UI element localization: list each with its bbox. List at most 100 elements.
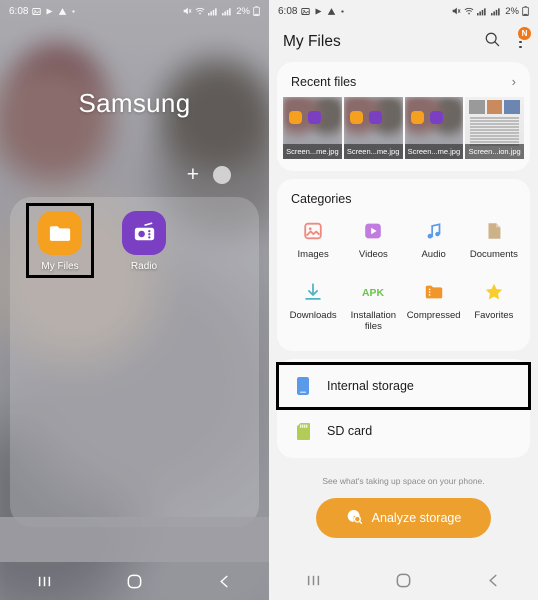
recent-file-thumbnail[interactable]: Screen...me.jpg xyxy=(404,97,464,159)
wifi-icon xyxy=(464,6,474,16)
app-bar: My Files N xyxy=(269,22,538,62)
home-button[interactable] xyxy=(373,561,433,599)
recent-file-thumbnail[interactable]: Screen...ion.jpg xyxy=(465,97,524,159)
pie-search-icon xyxy=(346,508,363,528)
battery-percent: 2% xyxy=(505,5,519,17)
warning-icon xyxy=(327,7,336,16)
play-icon xyxy=(45,7,54,16)
image-icon xyxy=(300,218,326,244)
recent-files-header[interactable]: Recent files › xyxy=(277,62,530,97)
radio-icon xyxy=(368,111,382,124)
mute-icon xyxy=(451,6,461,16)
folder-icon xyxy=(289,111,302,124)
category-compressed[interactable]: Compressed xyxy=(404,275,464,337)
category-downloads[interactable]: Downloads xyxy=(283,275,343,337)
categories-title: Categories xyxy=(291,192,352,206)
recents-button[interactable] xyxy=(15,562,75,600)
categories-grid: Images Videos Audio Documents Downloads … xyxy=(277,210,530,351)
folder-icon xyxy=(410,111,424,124)
category-videos[interactable]: Videos xyxy=(343,214,403,265)
dot-icon xyxy=(340,9,345,14)
left-navigation-bar xyxy=(0,562,269,600)
category-favorites[interactable]: Favorites xyxy=(464,275,524,337)
status-time: 6:08 xyxy=(278,5,298,17)
image-icon xyxy=(32,7,42,16)
music-note-icon xyxy=(421,218,447,244)
folder-color-dot[interactable] xyxy=(213,165,231,184)
more-vertical-icon[interactable]: N xyxy=(515,26,531,52)
sd-card-icon xyxy=(293,422,313,441)
wifi-icon xyxy=(195,6,205,16)
folder-icon xyxy=(349,111,363,124)
dual-screenshot-container: 6:08 2% Samsung + My Files Radio 6:08 2%… xyxy=(0,0,538,600)
thumbnail-mini-icons xyxy=(410,111,443,124)
video-play-icon xyxy=(360,218,386,244)
analyze-storage-section: See what's taking up space on your phone… xyxy=(269,458,538,538)
home-screen-panel: 6:08 2% Samsung + My Files Radio xyxy=(0,0,269,600)
back-button[interactable] xyxy=(463,561,523,599)
recent-files-list: Screen...me.jpg Screen...me.jpg Screen..… xyxy=(277,97,530,171)
signal-icon xyxy=(208,7,219,16)
battery-percent: 2% xyxy=(236,5,250,17)
home-button[interactable] xyxy=(104,562,164,600)
play-icon xyxy=(314,7,323,16)
file-name: Screen...me.jpg xyxy=(343,144,403,159)
storage-label: SD card xyxy=(327,424,373,439)
download-arrow-icon xyxy=(300,279,326,305)
page-title: My Files xyxy=(283,33,341,50)
document-icon xyxy=(481,218,507,244)
analyze-hint-text: See what's taking up space on your phone… xyxy=(322,475,485,486)
thumbnail-doc-header xyxy=(469,100,520,114)
battery-icon xyxy=(253,6,260,16)
dot-icon xyxy=(71,9,76,14)
folder-app-grid: My Files Radio xyxy=(10,197,259,284)
signal-icon xyxy=(222,7,233,16)
file-name: Screen...me.jpg xyxy=(283,144,342,159)
category-label: Documents xyxy=(469,249,518,260)
recent-file-thumbnail[interactable]: Screen...me.jpg xyxy=(283,97,342,159)
mute-icon xyxy=(182,6,192,16)
file-name: Screen...me.jpg xyxy=(404,144,464,159)
category-documents[interactable]: Documents xyxy=(464,214,524,265)
folder-title: Samsung xyxy=(78,88,191,118)
category-label: Images xyxy=(297,249,329,260)
category-audio[interactable]: Audio xyxy=(404,214,464,265)
category-label: Installation files xyxy=(350,309,397,332)
chevron-right-icon[interactable]: › xyxy=(512,74,516,89)
storage-card: Internal storage SD card xyxy=(276,358,531,458)
star-icon xyxy=(481,279,507,305)
recent-files-title: Recent files xyxy=(291,74,357,89)
category-images[interactable]: Images xyxy=(283,214,343,265)
recents-button[interactable] xyxy=(284,561,344,599)
recent-file-thumbnail[interactable]: Screen...me.jpg xyxy=(343,97,403,159)
category-label: Favorites xyxy=(474,309,514,321)
image-icon xyxy=(301,7,311,16)
storage-label: Internal storage xyxy=(327,378,414,393)
apk-icon: APK xyxy=(360,279,386,305)
app-radio[interactable]: Radio xyxy=(112,205,176,276)
folder-icon xyxy=(38,211,82,255)
category-label: Compressed xyxy=(406,309,461,321)
add-app-icon[interactable]: + xyxy=(187,164,199,185)
home-dock xyxy=(0,517,269,562)
category-installation-files[interactable]: APK Installation files xyxy=(343,275,403,337)
search-icon[interactable] xyxy=(484,31,501,53)
folder-zip-icon xyxy=(421,279,447,305)
analyze-button-label: Analyze storage xyxy=(371,510,462,525)
analyze-storage-button[interactable]: Analyze storage xyxy=(315,497,492,538)
app-label: Radio xyxy=(130,261,158,272)
folder-panel: My Files Radio xyxy=(10,197,259,527)
thumbnail-mini-icons xyxy=(349,111,382,124)
thumbnail-mini-icons xyxy=(289,111,321,124)
storage-item-sd-card[interactable]: SD card xyxy=(277,409,530,454)
storage-item-internal[interactable]: Internal storage xyxy=(276,361,531,410)
svg-text:APK: APK xyxy=(362,288,384,299)
app-my-files[interactable]: My Files xyxy=(26,203,94,278)
categories-card: Categories Images Videos Audio Documents… xyxy=(277,179,530,351)
right-status-bar: 6:08 2% xyxy=(269,0,538,22)
radio-icon xyxy=(308,111,321,124)
back-button[interactable] xyxy=(194,562,254,600)
category-label: Audio xyxy=(421,249,446,260)
signal-icon xyxy=(477,7,488,16)
left-status-bar: 6:08 2% xyxy=(0,0,269,22)
